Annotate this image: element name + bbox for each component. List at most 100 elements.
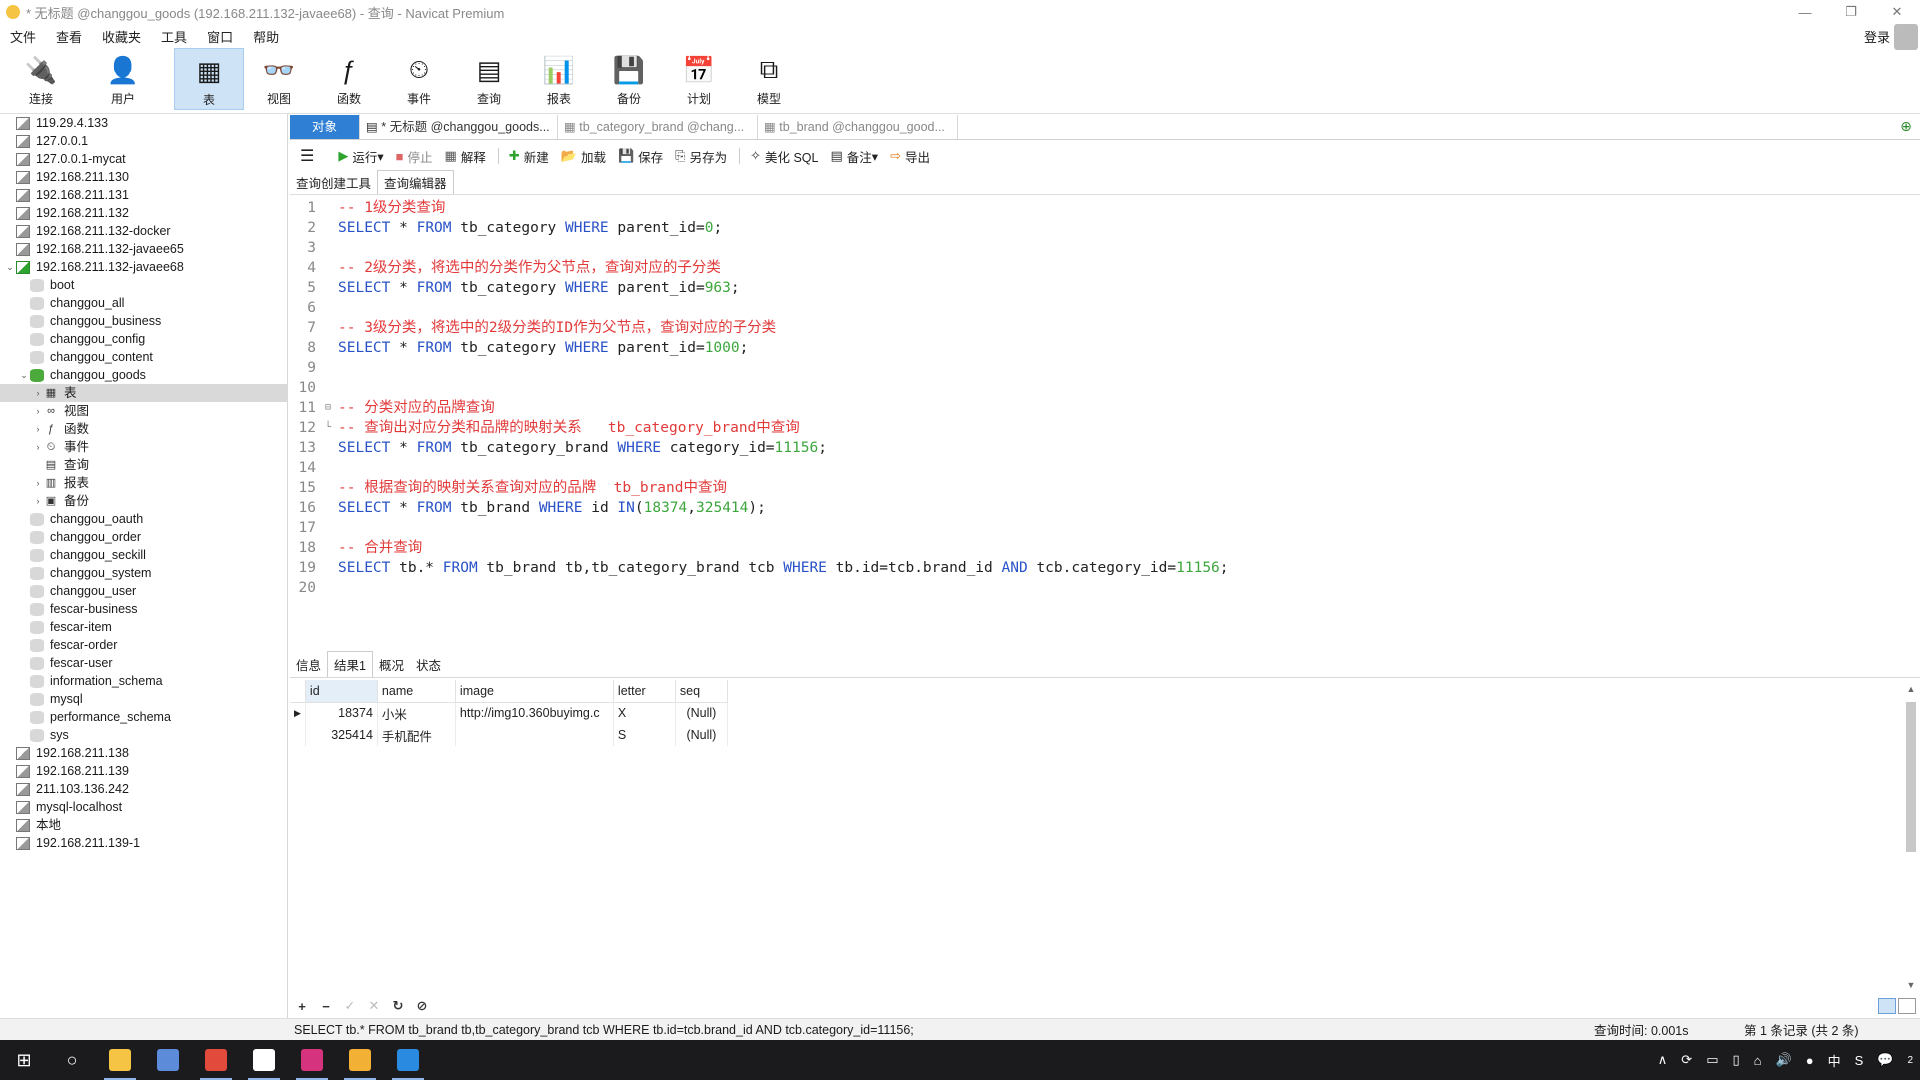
toolbar-button-model[interactable]: ⧉ 模型 bbox=[734, 48, 804, 110]
taskbar-app-intellij[interactable] bbox=[288, 1040, 336, 1080]
taskbar-app-navicat[interactable] bbox=[96, 1040, 144, 1080]
tree-item[interactable]: 192.168.211.132-javaee65 bbox=[0, 240, 287, 258]
table-cell[interactable]: 手机配件 bbox=[377, 724, 456, 746]
table-cell[interactable]: http://img10.360buyimg.c bbox=[455, 702, 614, 724]
toolbar-button-query[interactable]: ▤ 查询 bbox=[454, 48, 524, 110]
hamburger-menu-icon[interactable]: ☰ bbox=[300, 146, 314, 166]
tree-item[interactable]: 192.168.211.132-docker bbox=[0, 222, 287, 240]
delete-record-button[interactable]: − bbox=[314, 999, 338, 1014]
tree-item[interactable]: ⌄ changgou_goods bbox=[0, 366, 287, 384]
tree-item[interactable]: fescar-item bbox=[0, 618, 287, 636]
tree-item[interactable]: mysql-localhost bbox=[0, 798, 287, 816]
expand-arrow-icon[interactable]: › bbox=[32, 402, 44, 420]
menu-view[interactable]: 查看 bbox=[46, 27, 92, 46]
tree-item[interactable]: › ∞ 视图 bbox=[0, 402, 287, 420]
tree-item[interactable]: 119.29.4.133 bbox=[0, 114, 287, 132]
results-scrollbar[interactable]: ▲ ▼ bbox=[1904, 684, 1918, 994]
close-button[interactable]: ✕ bbox=[1874, 0, 1920, 24]
column-header-image[interactable]: image bbox=[455, 680, 614, 703]
column-header-seq[interactable]: seq bbox=[675, 680, 728, 703]
stop-button[interactable]: ⊘ bbox=[410, 998, 434, 1014]
form-view-icon[interactable] bbox=[1898, 998, 1916, 1014]
tree-item[interactable]: 192.168.211.139-1 bbox=[0, 834, 287, 852]
tray-item-9[interactable]: 💬 bbox=[1877, 1052, 1893, 1068]
tree-item[interactable]: fescar-order bbox=[0, 636, 287, 654]
table-cell[interactable]: 小米 bbox=[377, 702, 456, 724]
table-cell[interactable]: 18374 bbox=[305, 702, 378, 724]
toolbar-button-report[interactable]: 📊 报表 bbox=[524, 48, 594, 110]
taskbar-app-typora[interactable] bbox=[240, 1040, 288, 1080]
expand-arrow-icon[interactable]: › bbox=[32, 384, 44, 402]
menu-window[interactable]: 窗口 bbox=[197, 27, 243, 46]
tree-item[interactable]: › ▣ 备份 bbox=[0, 492, 287, 510]
tree-item[interactable]: ▤ 查询 bbox=[0, 456, 287, 474]
tree-item[interactable]: changgou_all bbox=[0, 294, 287, 312]
toolbar-button-schedule[interactable]: 📅 计划 bbox=[664, 48, 734, 110]
tab-profile[interactable]: 概况 bbox=[373, 652, 410, 677]
toolbar-button-event[interactable]: ⏲ 事件 bbox=[384, 48, 454, 110]
tray-item-2[interactable]: ▭ bbox=[1706, 1052, 1718, 1068]
expand-arrow-icon[interactable]: ⌄ bbox=[18, 366, 30, 384]
tray-item-6[interactable]: ● bbox=[1806, 1053, 1814, 1068]
tree-item[interactable]: boot bbox=[0, 276, 287, 294]
expand-arrow-icon[interactable]: › bbox=[32, 420, 44, 438]
tree-item[interactable]: › ▦ 表 bbox=[0, 384, 287, 402]
table-row[interactable]: ▶ 18374 小米 http://img10.360buyimg.c X (Null) bbox=[290, 702, 728, 724]
query-button-2[interactable]: ▦ 解释 bbox=[445, 147, 486, 166]
tab-query-editor[interactable]: 查询编辑器 bbox=[377, 170, 454, 194]
tab-tb-brand[interactable]: ▦ tb_brand @changgou_good... bbox=[758, 114, 958, 139]
toolbar-button-user[interactable]: 👤 用户 bbox=[88, 48, 158, 110]
add-record-button[interactable]: + bbox=[290, 999, 314, 1014]
tree-item[interactable]: information_schema bbox=[0, 672, 287, 690]
tree-item[interactable]: 192.168.211.132 bbox=[0, 204, 287, 222]
sql-editor[interactable]: 1 -- 1级分类查询 2 SELECT * FROM tb_category WHE… bbox=[290, 198, 1920, 650]
avatar[interactable] bbox=[1894, 24, 1918, 50]
tree-item[interactable]: sys bbox=[0, 726, 287, 744]
table-row[interactable]: 325414 手机配件 S (Null) bbox=[290, 724, 728, 746]
toolbar-button-backup[interactable]: 💾 备份 bbox=[594, 48, 664, 110]
column-header-letter[interactable]: letter bbox=[613, 680, 676, 703]
tree-item[interactable]: fescar-business bbox=[0, 600, 287, 618]
tree-item[interactable]: mysql bbox=[0, 690, 287, 708]
tray-item-1[interactable]: ⟳ bbox=[1681, 1052, 1692, 1068]
tree-item[interactable]: › ▥ 报表 bbox=[0, 474, 287, 492]
taskbar-app-dbeaver[interactable] bbox=[336, 1040, 384, 1080]
expand-arrow-icon[interactable]: ⌄ bbox=[4, 258, 16, 276]
tree-item[interactable]: changgou_business bbox=[0, 312, 287, 330]
discard-changes-button[interactable]: ✕ bbox=[362, 998, 386, 1014]
table-cell[interactable]: (Null) bbox=[675, 702, 728, 724]
minimize-button[interactable]: — bbox=[1782, 0, 1828, 24]
expand-arrow-icon[interactable]: › bbox=[32, 474, 44, 492]
query-button-8[interactable]: ▤ 备注 ▾ bbox=[830, 147, 878, 166]
grid-view-icon[interactable] bbox=[1878, 998, 1896, 1014]
column-header-name[interactable]: name bbox=[377, 680, 456, 703]
tab-result1[interactable]: 结果1 bbox=[327, 651, 373, 677]
table-cell[interactable]: 325414 bbox=[305, 724, 378, 746]
tree-item[interactable]: 192.168.211.138 bbox=[0, 744, 287, 762]
tab-info[interactable]: 信息 bbox=[290, 652, 327, 677]
tree-item[interactable]: changgou_order bbox=[0, 528, 287, 546]
dropdown-arrow-icon[interactable]: ▾ bbox=[377, 149, 383, 164]
table-cell[interactable]: S bbox=[613, 724, 676, 746]
tray-item-3[interactable]: ▯ bbox=[1733, 1052, 1740, 1068]
tree-item[interactable]: changgou_system bbox=[0, 564, 287, 582]
query-button-4[interactable]: 📂 加载 bbox=[561, 147, 606, 166]
table-cell[interactable]: (Null) bbox=[675, 724, 728, 746]
tree-item[interactable]: 211.103.136.242 bbox=[0, 780, 287, 798]
column-header-id[interactable]: id bbox=[305, 680, 378, 703]
tree-item[interactable]: performance_schema bbox=[0, 708, 287, 726]
tray-item-7[interactable]: 中 bbox=[1828, 1051, 1841, 1070]
toolbar-button-function[interactable]: ƒ 函数 bbox=[314, 48, 384, 110]
scroll-up-icon[interactable]: ▲ bbox=[1904, 684, 1918, 698]
tree-item[interactable]: fescar-user bbox=[0, 654, 287, 672]
tray-item-8[interactable]: S bbox=[1855, 1053, 1864, 1068]
tab-query-builder[interactable]: 查询创建工具 bbox=[290, 171, 377, 194]
tree-item[interactable]: 192.168.211.131 bbox=[0, 186, 287, 204]
menu-file[interactable]: 文件 bbox=[0, 27, 46, 46]
table-cell[interactable]: X bbox=[613, 702, 676, 724]
taskbar-app-vscode[interactable] bbox=[384, 1040, 432, 1080]
tab-query-untitled[interactable]: ▤ * 无标题 @changgou_goods... bbox=[360, 114, 558, 139]
menu-favorites[interactable]: 收藏夹 bbox=[92, 27, 151, 46]
tray-item-4[interactable]: ⌂ bbox=[1754, 1053, 1762, 1068]
query-button-5[interactable]: 💾 保存 bbox=[618, 147, 663, 166]
